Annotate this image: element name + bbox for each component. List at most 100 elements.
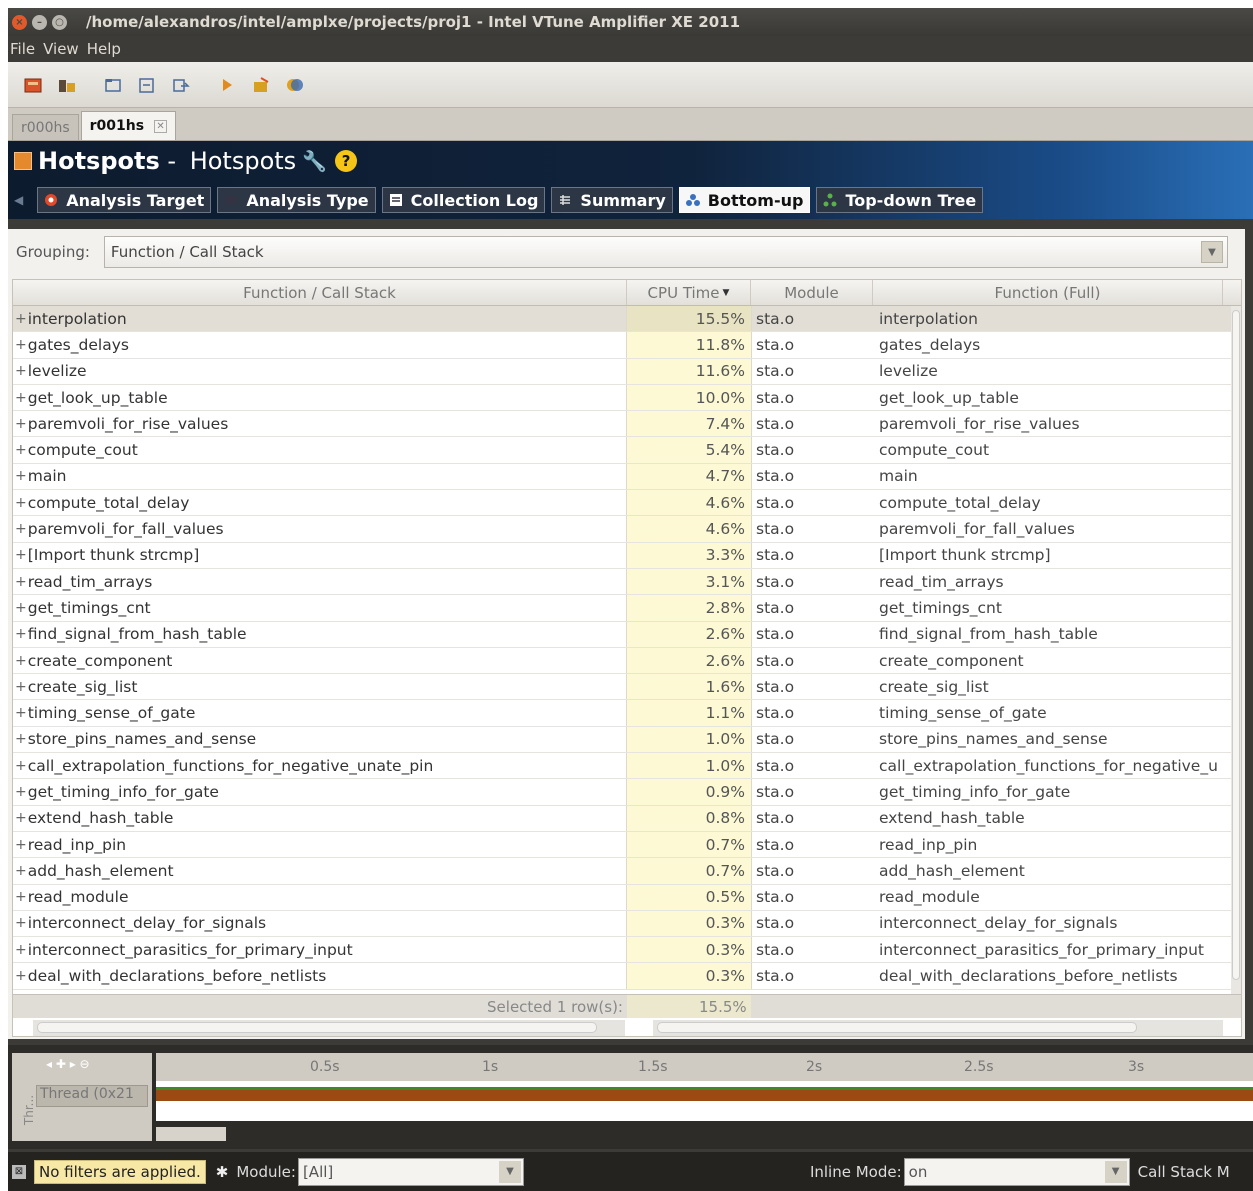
expand-icon[interactable]: + — [15, 705, 27, 721]
horizontal-scrollbar-left[interactable] — [33, 1020, 625, 1036]
column-header-function-full[interactable]: Function (Full) — [873, 280, 1223, 305]
module-select[interactable]: [All] ▼ — [297, 1157, 524, 1186]
wrench-icon[interactable]: 🔧 — [302, 149, 327, 173]
table-row[interactable]: + interpolation 15.5% sta.o interpolation — [13, 306, 1241, 333]
expand-icon[interactable]: + — [15, 679, 27, 695]
expand-icon[interactable]: + — [15, 653, 27, 669]
filter-toggle-icon[interactable]: ⊠ — [12, 1164, 26, 1179]
horizontal-scrollbar-right[interactable] — [653, 1020, 1223, 1036]
expand-icon[interactable]: + — [15, 758, 27, 774]
open-result-icon[interactable] — [102, 74, 124, 96]
close-tab-icon[interactable]: ✕ — [154, 119, 168, 133]
function-cell[interactable]: + main — [13, 463, 627, 490]
expand-icon[interactable]: + — [15, 731, 27, 747]
compare-results-icon[interactable] — [170, 74, 192, 96]
function-cell[interactable]: + paremvoli_for_rise_values — [13, 411, 627, 437]
expand-icon[interactable]: + — [15, 810, 27, 826]
tab-bottom-up[interactable]: Bottom-up — [678, 187, 811, 213]
project-properties-icon[interactable] — [56, 74, 78, 96]
expand-icon[interactable]: + — [15, 495, 27, 511]
column-header-cpu-time[interactable]: CPU Time ▼ — [627, 280, 751, 305]
tab-summary[interactable]: Summary — [551, 187, 673, 213]
compare-icon[interactable] — [284, 74, 306, 96]
function-cell[interactable]: + create_sig_list — [13, 674, 627, 700]
expand-icon[interactable]: + — [15, 784, 27, 800]
expand-icon[interactable]: + — [15, 626, 27, 642]
thread-track[interactable] — [156, 1081, 1253, 1121]
function-cell[interactable]: + interpolation — [13, 306, 627, 332]
table-row[interactable]: + read_tim_arrays 3.1% sta.o read_tim_arrays — [13, 568, 1241, 596]
expand-icon[interactable]: + — [15, 915, 27, 931]
funnel-icon[interactable]: ✱ — [216, 1163, 229, 1181]
function-cell[interactable]: + add_hash_element — [13, 858, 627, 884]
function-cell[interactable]: + timing_sense_of_gate — [13, 700, 627, 726]
expand-icon[interactable]: + — [15, 889, 27, 905]
table-row[interactable]: + find_signal_from_hash_table 2.6% sta.o fin… — [13, 621, 1241, 648]
function-cell[interactable]: + store_pins_names_and_sense — [13, 726, 627, 753]
timeline-scrollbar[interactable] — [156, 1127, 226, 1141]
column-header-function[interactable]: Function / Call Stack — [13, 280, 627, 305]
table-row[interactable]: + gates_delays 11.8% sta.o gates_delays — [13, 332, 1241, 359]
function-cell[interactable]: + read_inp_pin — [13, 831, 627, 858]
menu-help[interactable]: Help — [85, 40, 127, 58]
new-project-icon[interactable] — [22, 74, 44, 96]
table-row[interactable]: + deal_with_declarations_before_netlists 0… — [13, 963, 1241, 990]
expand-icon[interactable]: + — [15, 416, 27, 432]
function-cell[interactable]: + extend_hash_table — [13, 805, 627, 831]
table-row[interactable]: + main 4.7% sta.o main — [13, 463, 1241, 491]
expand-icon[interactable]: + — [15, 337, 27, 353]
table-row[interactable]: + paremvoli_for_rise_values 7.4% sta.o parem… — [13, 411, 1241, 438]
table-row[interactable]: + levelize 11.6% sta.o levelize — [13, 358, 1241, 385]
new-analysis-icon[interactable] — [250, 74, 272, 96]
chevron-down-icon[interactable]: ▼ — [498, 1160, 521, 1183]
expand-icon[interactable]: + — [15, 574, 27, 590]
tab-r000hs[interactable]: r000hs — [12, 114, 79, 140]
expand-icon[interactable]: + — [15, 837, 27, 853]
table-row[interactable]: + add_hash_element 0.7% sta.o add_hash_eleme… — [13, 858, 1241, 885]
function-cell[interactable]: + read_tim_arrays — [13, 568, 627, 595]
table-row[interactable]: + get_timing_info_for_gate 0.9% sta.o get_ti… — [13, 779, 1241, 806]
expand-icon[interactable]: + — [15, 442, 27, 458]
tab-analysis-target[interactable]: Analysis Target — [37, 187, 212, 213]
function-cell[interactable]: + levelize — [13, 358, 627, 384]
help-icon[interactable]: ? — [335, 150, 358, 172]
function-cell[interactable]: + get_look_up_table — [13, 384, 627, 411]
table-row[interactable]: + compute_total_delay 4.6% sta.o compute_tot… — [13, 490, 1241, 517]
function-cell[interactable]: + [Import thunk strcmp] — [13, 542, 627, 568]
function-cell[interactable]: + get_timing_info_for_gate — [13, 779, 627, 805]
tab-r001hs[interactable]: r001hs ✕ — [80, 111, 177, 140]
table-row[interactable]: + store_pins_names_and_sense 1.0% sta.o stor… — [13, 726, 1241, 754]
function-cell[interactable]: + find_signal_from_hash_table — [13, 621, 627, 647]
thread-label[interactable]: Thread (0x21 — [36, 1085, 148, 1107]
import-result-icon[interactable] — [136, 74, 158, 96]
table-row[interactable]: + create_sig_list 1.6% sta.o create_sig_list — [13, 674, 1241, 701]
table-row[interactable]: + extend_hash_table 0.8% sta.o extend_hash_t… — [13, 805, 1241, 832]
expand-icon[interactable]: + — [15, 390, 27, 406]
table-row[interactable]: + read_module 0.5% sta.o read_module — [13, 884, 1241, 911]
function-cell[interactable]: + interconnect_parasitics_for_primary_inp… — [13, 937, 627, 963]
tab-analysis-type[interactable]: Analysis Type — [217, 187, 376, 213]
function-cell[interactable]: + read_module — [13, 884, 627, 910]
function-cell[interactable]: + gates_delays — [13, 332, 627, 358]
function-cell[interactable]: + compute_total_delay — [13, 490, 627, 516]
expand-icon[interactable]: + — [15, 363, 27, 379]
function-cell[interactable]: + call_extrapolation_functions_for_negati… — [13, 753, 627, 779]
expand-icon[interactable]: + — [15, 311, 27, 327]
table-row[interactable]: + interconnect_delay_for_signals 0.3% sta.o… — [13, 910, 1241, 938]
function-cell[interactable]: + compute_cout — [13, 437, 627, 463]
chevron-down-icon[interactable]: ▼ — [1104, 1160, 1127, 1183]
function-cell[interactable]: + get_timings_cnt — [13, 595, 627, 621]
minimize-window-button[interactable]: – — [32, 14, 47, 30]
inline-mode-select[interactable]: on ▼ — [903, 1157, 1130, 1186]
table-row[interactable]: + [Import thunk strcmp] 3.3% sta.o [Import t… — [13, 542, 1241, 569]
vertical-scrollbar[interactable] — [1231, 306, 1241, 996]
grouping-select[interactable]: Function / Call Stack ▼ — [103, 236, 1228, 268]
table-row[interactable]: + read_inp_pin 0.7% sta.o read_inp_pin — [13, 831, 1241, 859]
table-row[interactable]: + paremvoli_for_fall_values 4.6% sta.o parem… — [13, 516, 1241, 543]
function-cell[interactable]: + interconnect_delay_for_signals — [13, 910, 627, 937]
function-cell[interactable]: + deal_with_declarations_before_netlists — [13, 963, 627, 989]
expand-icon[interactable]: + — [15, 863, 27, 879]
expand-icon[interactable]: + — [15, 547, 27, 563]
table-row[interactable]: + compute_cout 5.4% sta.o compute_cout — [13, 437, 1241, 464]
table-row[interactable]: + get_look_up_table 10.0% sta.o get_look_up_… — [13, 384, 1241, 412]
